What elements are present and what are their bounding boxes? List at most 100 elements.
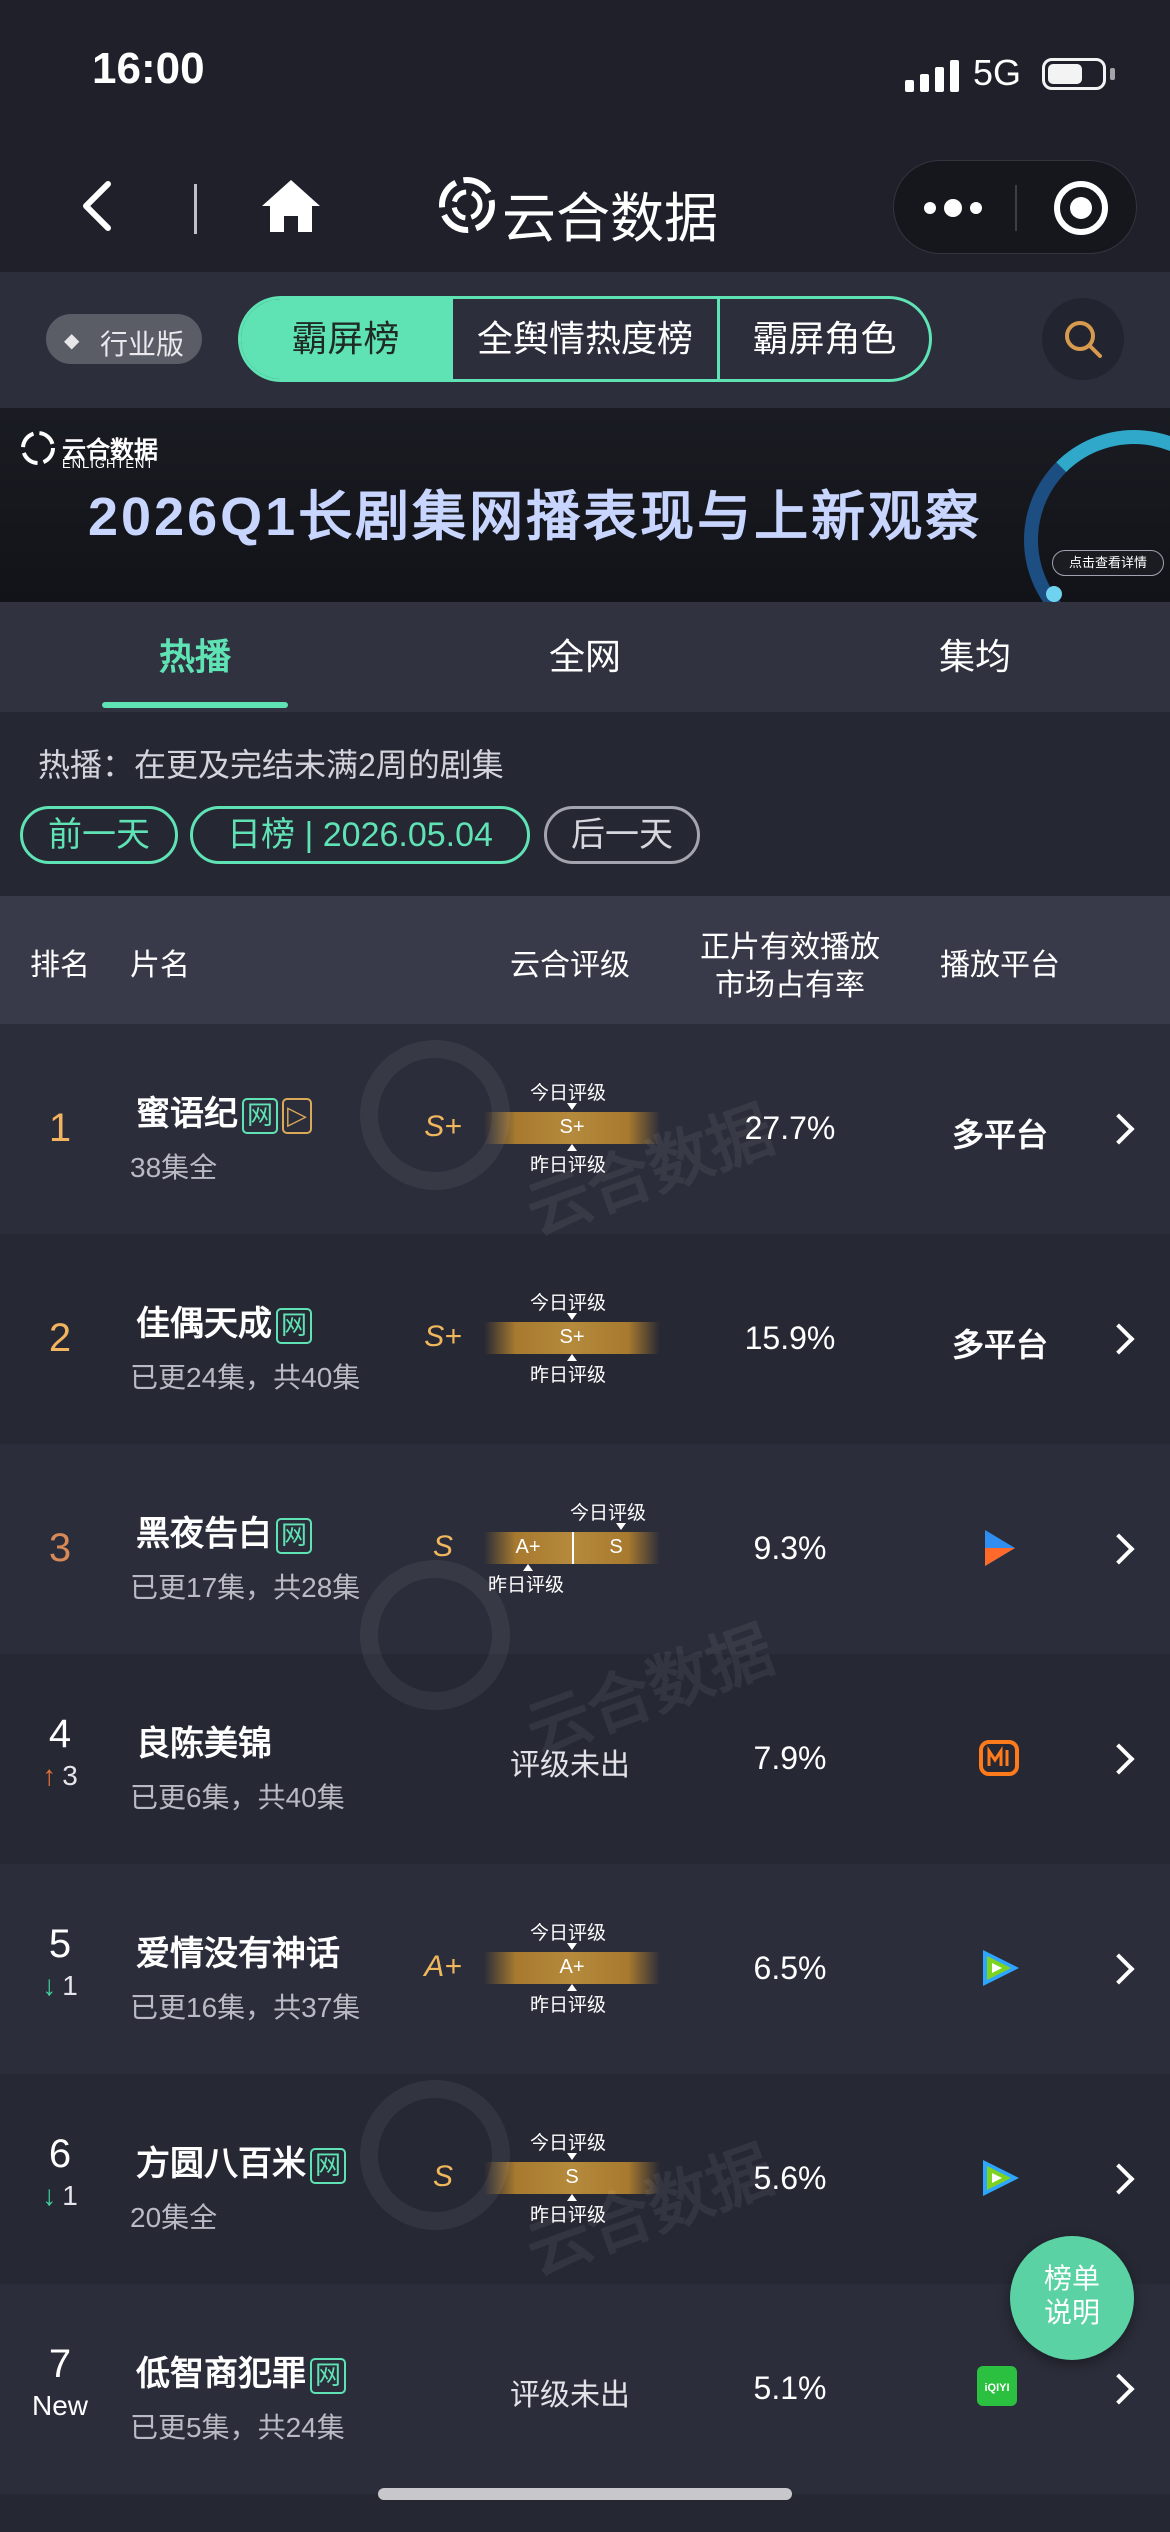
table-row[interactable]: 3 黑夜告白网已更17集，共28集 S A+ S 今日评级 昨日评级 9.3% [0, 1444, 1170, 1654]
drama-title: 蜜语纪网 ▷ [136, 1086, 313, 1135]
search-button[interactable] [1042, 298, 1124, 380]
market-share: 9.3% [753, 1530, 827, 1566]
table-header: 排名 片名 云合评级 正片有效播放 市场占有率 播放平台 [0, 896, 1170, 1024]
table-row[interactable]: 5 ↓ 1 爱情没有神话 已更16集，共37集 A+ A+ 今日评级 昨日评级 6.5% [0, 1864, 1170, 2074]
chevron-right-icon[interactable] [1103, 1323, 1135, 1355]
drama-name: 良陈美锦 [136, 1725, 272, 1763]
today-rating-label: 今日评级 [530, 1083, 607, 1104]
next-day-button[interactable]: 后一天 [544, 806, 700, 864]
yesterday-marker [567, 1984, 577, 1991]
tab-per-episode[interactable]: 集均 [780, 602, 1170, 712]
platform-label: 多平台 [951, 1117, 1048, 1153]
today-rating-label: 今日评级 [530, 2133, 607, 2154]
new-badge: New [31, 2390, 88, 2421]
rating-bar-value: S+ [559, 1116, 585, 1138]
drama-title: 黑夜告白网 [136, 1506, 313, 1555]
app-logo-icon [439, 177, 495, 233]
drama-name: 低智商犯罪 [136, 2355, 306, 2393]
battery-icon [1042, 58, 1106, 90]
mini-program-capsule [893, 160, 1137, 254]
episode-count: 已更6集，共40集 [130, 1782, 345, 1813]
prev-day-button[interactable]: 前一天 [20, 806, 178, 864]
table-row[interactable]: 2 佳偶天成网已更24集，共40集 S+ S+ 今日评级 昨日评级 15.9% 多平台 [0, 1234, 1170, 1444]
signal-icon [905, 58, 959, 92]
chevron-right-icon[interactable] [1103, 1743, 1135, 1775]
mgtv-icon [977, 1736, 1023, 1782]
rank-number: 7 [48, 2342, 72, 2386]
rank-trend: ↓ 1 [20, 1970, 100, 2002]
rank-number: 5 [48, 1922, 72, 1966]
rating-grade: S [432, 1530, 453, 1563]
chevron-right-icon[interactable] [1103, 1533, 1135, 1565]
drama-title: 佳偶天成网 [136, 1296, 313, 1345]
drama-name: 黑夜告白 [136, 1515, 272, 1553]
tab-bapingbang[interactable]: 霸屏榜 [241, 299, 450, 379]
network-drama-tag: 网 [276, 1308, 313, 1345]
drama-title: 低智商犯罪网 [136, 2346, 347, 2395]
rating-bar-divider [572, 1532, 574, 1564]
promo-banner[interactable]: 云合数据 ENLIGHTENT 2026Q1长剧集网播表现与上新观察 点击查看详… [0, 408, 1170, 602]
drama-name: 佳偶天成 [136, 1305, 272, 1343]
episode-count: 已更17集，共28集 [130, 1572, 361, 1603]
today-marker [567, 1943, 577, 1950]
rank-change: 1 [62, 1970, 78, 2001]
chevron-right-icon[interactable] [1103, 1113, 1135, 1145]
drama-name: 方圆八百米 [136, 2145, 306, 2183]
iqiyi-icon: iQIYI [977, 2366, 1023, 2412]
chevron-right-icon[interactable] [1103, 2373, 1135, 2405]
network-drama-tag: 网 [276, 1518, 313, 1555]
rating-bar-yesterday: A+ [515, 1536, 541, 1558]
svg-text:iQIYI: iQIYI [984, 2382, 1009, 2394]
home-indicator [378, 2488, 792, 2500]
rank-number: 6 [48, 2132, 72, 2176]
tab-all-network[interactable]: 全网 [390, 602, 780, 712]
nav-divider [194, 184, 197, 234]
chevron-right-icon[interactable] [1103, 2163, 1135, 2195]
tab-public-opinion[interactable]: 全舆情热度榜 [453, 299, 717, 379]
market-share: 15.9% [744, 1320, 836, 1356]
date-selector[interactable]: 日榜 | 2026.05.04 [190, 806, 530, 864]
banner-logo-sub: ENLIGHTENT [62, 456, 155, 471]
arrow-down-icon: ↓ [42, 2180, 57, 2211]
close-mini-program-icon[interactable] [1054, 181, 1108, 235]
col-platform: 播放平台 [940, 949, 1060, 982]
ranking-explanation-button[interactable]: 榜单 说明 [1010, 2236, 1134, 2360]
banner-decoration [1024, 430, 1170, 602]
status-bar: 16:00 5G [0, 0, 1170, 140]
market-share: 7.9% [753, 1740, 827, 1776]
col-rating: 云合评级 [510, 949, 630, 982]
episode-count: 20集全 [130, 2202, 218, 2233]
fab-line1: 榜单 [1043, 2263, 1100, 2294]
rank-trend: ↑ 3 [20, 1760, 100, 1792]
tab-roles[interactable]: 霸屏角色 [720, 299, 929, 379]
chevron-right-icon[interactable] [1103, 1953, 1135, 1985]
banner-cta-button[interactable]: 点击查看详情 [1052, 550, 1164, 576]
tencent-video-icon [977, 1946, 1023, 1992]
more-icon[interactable] [924, 189, 988, 227]
drama-name: 爱情没有神话 [136, 1935, 340, 1973]
rank-number: 2 [48, 1316, 72, 1360]
today-rating-label: 今日评级 [530, 1293, 607, 1314]
capsule-divider [1015, 185, 1017, 231]
nav-bar: 云合数据 [0, 140, 1170, 272]
status-time: 16:00 [92, 44, 205, 93]
network-drama-tag: 网 [310, 2358, 347, 2395]
edition-badge[interactable]: ◆ 行业版 [46, 314, 202, 364]
network-drama-tag: 网 [242, 1098, 279, 1135]
episode-count: 已更5集，共24集 [130, 2412, 345, 2443]
tab-hot[interactable]: 热播 [0, 602, 390, 712]
banner-title: 2026Q1长剧集网播表现与上新观察 [88, 487, 983, 547]
today-marker [567, 1313, 577, 1320]
home-icon[interactable] [260, 178, 322, 234]
yesterday-rating-label: 昨日评级 [488, 1575, 565, 1596]
yesterday-rating-label: 昨日评级 [530, 1995, 607, 2016]
table-row[interactable]: 7 New 低智商犯罪网已更5集，共24集 评级未出 5.1% iQIYI [0, 2284, 1170, 2494]
rating-pending: 评级未出 [510, 2379, 630, 2412]
col-rank: 排名 [30, 949, 90, 982]
market-share: 6.5% [753, 1950, 827, 1986]
ranking-type-tabs: 霸屏榜 全舆情热度榜 霸屏角色 [238, 296, 932, 382]
back-icon[interactable] [72, 178, 128, 234]
drama-name: 蜜语纪 [136, 1095, 238, 1133]
col-title: 片名 [130, 949, 190, 982]
arrow-down-icon: ↓ [42, 1970, 57, 2001]
